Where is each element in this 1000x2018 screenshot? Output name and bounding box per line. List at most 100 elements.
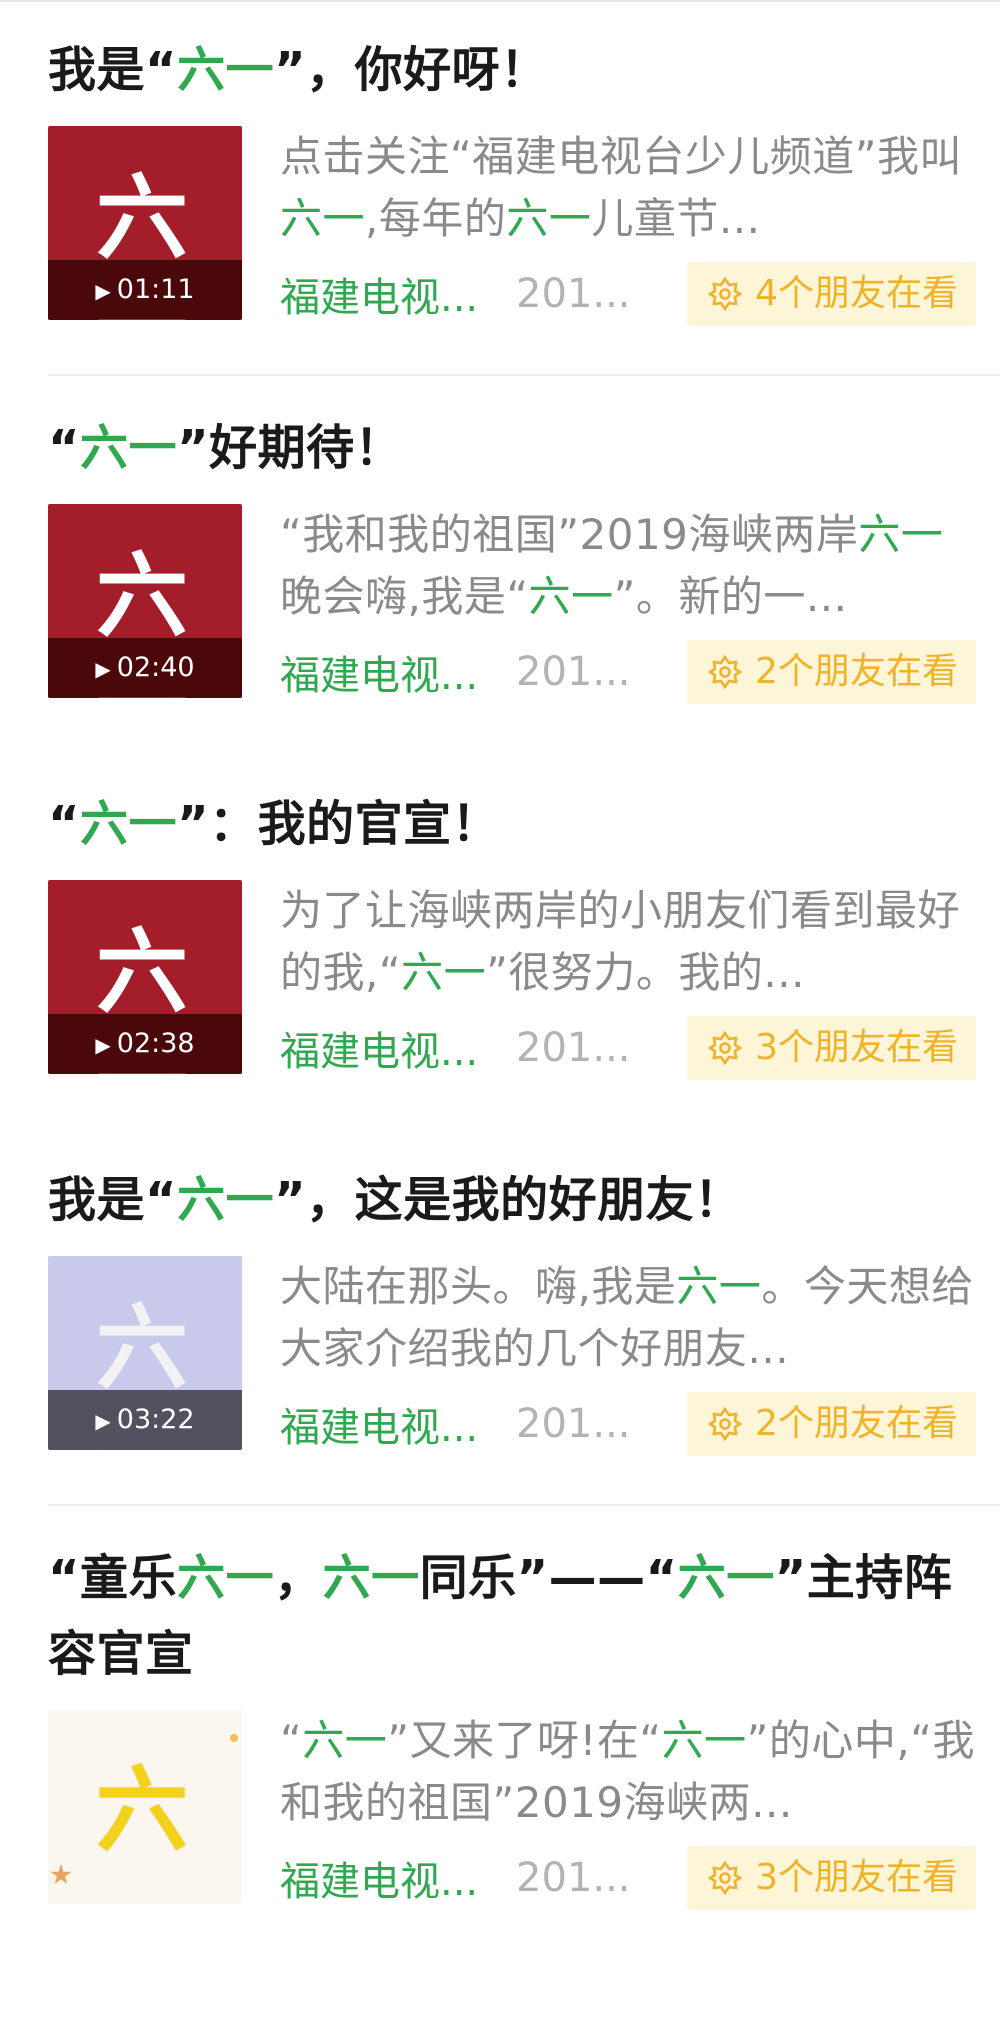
- highlight-keyword: 六一: [177, 1172, 275, 1228]
- article-meta: 福建电视... 201... 3个朋友在看: [280, 1846, 976, 1910]
- video-thumbnail[interactable]: 六一 ▶01:11: [48, 126, 242, 320]
- card-spacer: [0, 326, 1000, 374]
- friends-watching-icon: [707, 1860, 743, 1896]
- article-card[interactable]: 我是“六一”，你好呀！ 六一 ▶01:11 点击关注“福建电视台少儿频道”我叫六…: [0, 2, 1000, 326]
- article-title[interactable]: “六一”：我的官宣！: [48, 786, 1000, 862]
- title-text: 同乐”——“: [419, 1550, 678, 1606]
- highlight-keyword: 六一: [401, 948, 487, 997]
- source-name[interactable]: 福建电视...: [280, 643, 492, 701]
- publish-date: 201...: [516, 649, 631, 695]
- video-thumbnail[interactable]: 六一 ▶03:22: [48, 1256, 242, 1450]
- article-info: 点击关注“福建电视台少儿频道”我叫六一,每年的六一儿童节... 福建电视... …: [280, 126, 1000, 326]
- article-title[interactable]: 我是“六一”，这是我的好朋友！: [48, 1162, 1000, 1238]
- card-spacer: [0, 1456, 1000, 1504]
- source-name[interactable]: 福建电视...: [280, 1019, 492, 1077]
- article-card[interactable]: “六一”好期待！ 六一 ▶02:40 “我和我的祖国”2019海峡两岸六一晚会嗨…: [0, 376, 1000, 704]
- article-meta: 福建电视... 201... 2个朋友在看: [280, 640, 976, 704]
- article-meta: 福建电视... 201... 4个朋友在看: [280, 262, 976, 326]
- video-thumbnail[interactable]: 六一 ▶02:40: [48, 504, 242, 698]
- title-text: 我是“: [48, 1172, 178, 1228]
- friends-watching-badge: 4个朋友在看: [687, 262, 976, 326]
- friends-watching-icon: [707, 654, 743, 690]
- title-text: “童乐: [48, 1550, 178, 1606]
- play-icon: ▶: [95, 279, 111, 303]
- card-spacer: [0, 704, 1000, 752]
- description-text: 点击关注“福建电视台少儿频道”我叫: [280, 132, 963, 181]
- article-info: “六一”又来了呀!在“六一”的心中,“我和我的祖国”2019海峡两... 福建电…: [280, 1710, 1000, 1910]
- title-text: ”，你好呀！: [274, 42, 549, 98]
- highlight-keyword: 六一: [280, 194, 366, 243]
- duration-text: 01:11: [116, 274, 195, 305]
- play-icon: ▶: [95, 1033, 111, 1057]
- highlight-keyword: 六一: [322, 1550, 420, 1606]
- description-text: “: [280, 1716, 303, 1765]
- article-info: “我和我的祖国”2019海峡两岸六一晚会嗨,我是“六一”。新的一... 福建电视…: [280, 504, 1000, 704]
- friends-watching-badge: 2个朋友在看: [687, 1392, 976, 1456]
- thumbnail-text: 六一: [95, 1757, 194, 1904]
- source-name[interactable]: 福建电视...: [280, 1849, 492, 1907]
- title-text: ”：我的官宣！: [177, 796, 501, 852]
- video-duration: ▶ 02:38: [48, 1014, 242, 1074]
- title-text: “: [48, 420, 81, 476]
- highlight-keyword: 六一: [528, 572, 614, 621]
- play-icon: ▶: [95, 657, 111, 681]
- article-description: 为了让海峡两岸的小朋友们看到最好的我,“六一”很努力。我的...: [280, 880, 976, 1004]
- video-duration: ▶ 01:11: [48, 260, 242, 320]
- publish-date: 201...: [516, 1025, 631, 1071]
- card-spacer: [0, 1910, 1000, 1958]
- title-text: 我是“: [48, 42, 178, 98]
- article-card[interactable]: “六一”：我的官宣！ 六一 ▶02:38 为了让海峡两岸的小朋友们看到最好的我,…: [0, 752, 1000, 1080]
- video-thumbnail[interactable]: 六一: [48, 1710, 242, 1904]
- duration-text: 02:40: [116, 652, 195, 683]
- highlight-keyword: 六一: [506, 194, 592, 243]
- source-name[interactable]: 福建电视...: [280, 265, 492, 323]
- duration-text: 02:38: [116, 1028, 195, 1059]
- title-text: “: [48, 796, 81, 852]
- article-description: “我和我的祖国”2019海峡两岸六一晚会嗨,我是“六一”。新的一...: [280, 504, 976, 628]
- description-text: 大陆在那头。嗨,我是: [280, 1262, 677, 1311]
- description-text: “我和我的祖国”2019海峡两岸: [280, 510, 859, 559]
- highlight-keyword: 六一: [80, 420, 178, 476]
- video-duration: ▶ 03:22: [48, 1390, 242, 1450]
- highlight-keyword: 六一: [177, 1550, 275, 1606]
- article-info: 大陆在那头。嗨,我是六一。今天想给大家介绍我的几个好朋友... 福建电视... …: [280, 1256, 1000, 1456]
- highlight-keyword: 六一: [80, 796, 178, 852]
- play-icon: ▶: [95, 1409, 111, 1433]
- title-text: ”好期待！: [177, 420, 404, 476]
- card-spacer: [0, 1080, 1000, 1128]
- description-text: ”又来了呀!在“: [387, 1716, 662, 1765]
- friends-watching-icon: [707, 276, 743, 312]
- article-card[interactable]: “童乐六一，六一同乐”——“六一”主持阵容官宣 六一 “六一”又来了呀!在“六一…: [0, 1506, 1000, 1910]
- description-text: 晚会嗨,我是“: [280, 572, 529, 621]
- description-text: 儿童节...: [591, 194, 761, 243]
- article-description: “六一”又来了呀!在“六一”的心中,“我和我的祖国”2019海峡两...: [280, 1710, 976, 1834]
- highlight-keyword: 六一: [661, 1716, 747, 1765]
- article-list: 我是“六一”，你好呀！ 六一 ▶01:11 点击关注“福建电视台少儿频道”我叫六…: [0, 2, 1000, 1958]
- title-text: ”，这是我的好朋友！: [274, 1172, 743, 1228]
- duration-text: 03:22: [116, 1404, 195, 1435]
- friends-watching-text: 2个朋友在看: [755, 651, 958, 692]
- source-name[interactable]: 福建电视...: [280, 1395, 492, 1453]
- friends-watching-icon: [707, 1406, 743, 1442]
- highlight-keyword: 六一: [858, 510, 944, 559]
- article-card[interactable]: 我是“六一”，这是我的好朋友！ 六一 ▶03:22 大陆在那头。嗨,我是六一。今…: [0, 1128, 1000, 1456]
- video-thumbnail[interactable]: 六一 ▶02:38: [48, 880, 242, 1074]
- dot-decoration: [230, 1734, 238, 1742]
- friends-watching-text: 3个朋友在看: [755, 1027, 958, 1068]
- friends-watching-badge: 2个朋友在看: [687, 640, 976, 704]
- highlight-keyword: 六一: [177, 42, 275, 98]
- friends-watching-text: 4个朋友在看: [755, 273, 958, 314]
- article-title[interactable]: “六一”好期待！: [48, 410, 1000, 486]
- friends-watching-badge: 3个朋友在看: [687, 1846, 976, 1910]
- article-title[interactable]: 我是“六一”，你好呀！: [48, 32, 1000, 108]
- article-meta: 福建电视... 201... 3个朋友在看: [280, 1016, 976, 1080]
- highlight-keyword: 六一: [302, 1716, 388, 1765]
- title-text: ，: [274, 1550, 323, 1606]
- friends-watching-badge: 3个朋友在看: [687, 1016, 976, 1080]
- publish-date: 201...: [516, 1855, 631, 1901]
- article-meta: 福建电视... 201... 2个朋友在看: [280, 1392, 976, 1456]
- article-description: 点击关注“福建电视台少儿频道”我叫六一,每年的六一儿童节...: [280, 126, 976, 250]
- article-title[interactable]: “童乐六一，六一同乐”——“六一”主持阵容官宣: [48, 1540, 1000, 1692]
- friends-watching-icon: [707, 1030, 743, 1066]
- article-info: 为了让海峡两岸的小朋友们看到最好的我,“六一”很努力。我的... 福建电视...…: [280, 880, 1000, 1080]
